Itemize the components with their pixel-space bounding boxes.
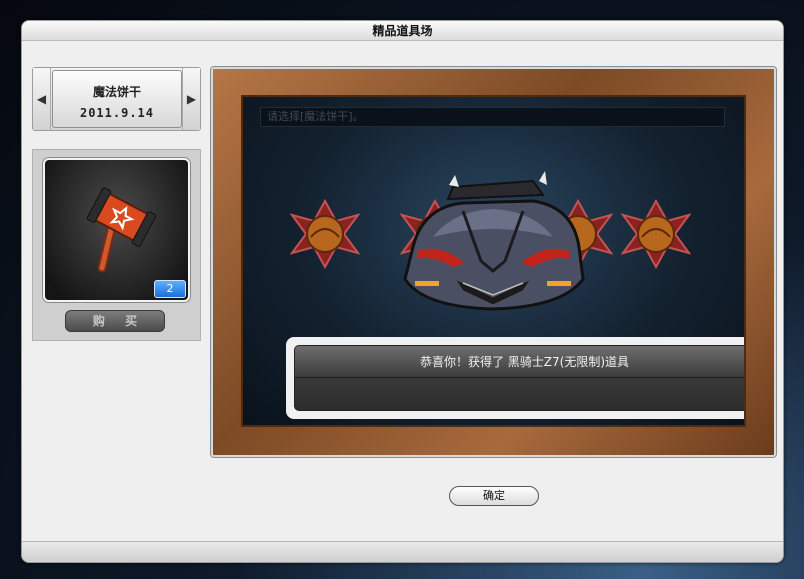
next-date-button[interactable]: ▶ <box>182 68 200 130</box>
fortune-cookie-icon <box>620 198 692 270</box>
status-bar <box>22 541 783 562</box>
result-divider <box>295 377 744 378</box>
cookie-slot-1[interactable] <box>289 198 361 270</box>
prev-date-button[interactable]: ◀ <box>33 68 51 130</box>
item-card[interactable]: 2 <box>43 158 190 302</box>
event-date: 2011.9.14 <box>79 106 155 120</box>
date-plate: 魔法饼干 2011.9.14 <box>52 70 182 128</box>
window-title: 精品道具场 <box>22 21 783 41</box>
hammer-icon <box>86 187 157 273</box>
result-panel: 恭喜你！获得了 黑骑士Z7(无限制)道具 <box>294 345 744 411</box>
prompt-bar: 请选择[魔法饼干]。 <box>260 107 725 127</box>
item-panel: 2 购 买 <box>32 149 201 341</box>
triangle-right-icon: ▶ <box>186 92 197 106</box>
result-dialog: 恭喜你！获得了 黑骑士Z7(无限制)道具 <box>286 337 744 419</box>
triangle-left-icon: ◀ <box>36 92 47 106</box>
quantity-badge: 2 <box>154 280 186 298</box>
stage-area: 请选择[魔法饼干]。 恭喜你！获得了 黑骑士Z7(无限制)道具 <box>241 95 746 427</box>
stage-frame: 请选择[魔法饼干]。 恭喜你！获得了 黑骑士Z7(无限制)道具 <box>211 67 776 457</box>
cookie-slot-4[interactable] <box>620 198 692 270</box>
event-name: 魔法饼干 <box>92 85 141 99</box>
date-selector: ◀ 魔法饼干 2011.9.14 ▶ <box>32 67 201 131</box>
race-car-icon <box>403 171 585 311</box>
shop-window: 精品道具场 ◀ 魔法饼干 2011.9.14 ▶ 2 购 买 请选择[魔法饼干]… <box>21 20 784 563</box>
buy-button[interactable]: 购 买 <box>65 310 165 332</box>
confirm-button[interactable]: 确定 <box>449 486 539 506</box>
result-message: 恭喜你！获得了 黑骑士Z7(无限制)道具 <box>419 355 630 369</box>
fortune-cookie-icon <box>289 198 361 270</box>
